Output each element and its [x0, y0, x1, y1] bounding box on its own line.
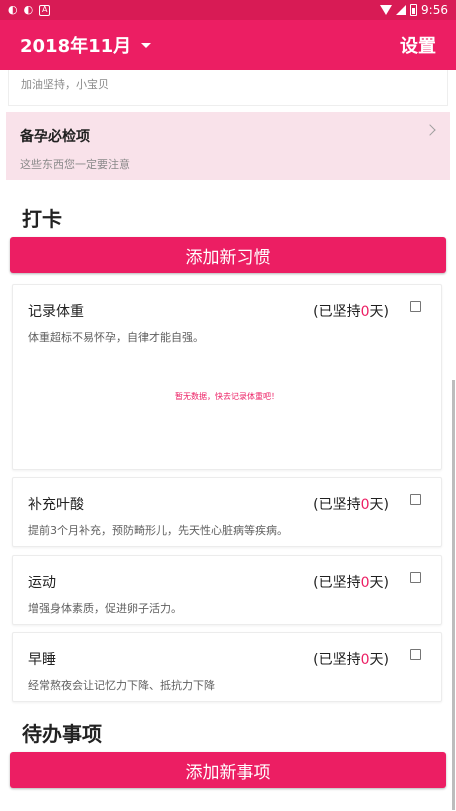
- habit-name: 早睡: [28, 652, 56, 668]
- streak-days: 0: [360, 304, 370, 320]
- notification-icons: ◐ ◐ A: [8, 3, 51, 16]
- checkup-card[interactable]: 备孕必检项 这些东西您一定要注意: [6, 112, 450, 180]
- checkup-title: 备孕必检项: [20, 129, 90, 145]
- empty-data-hint: 暂无数据，快去记录体重吧！: [175, 392, 279, 401]
- habit-checkbox[interactable]: [410, 572, 421, 583]
- habit-checkbox[interactable]: [410, 301, 421, 312]
- habit-card-folic-acid[interactable]: 补充叶酸 (已坚持0天) 提前3个月补充，预防畸形儿，先天性心脏病等疾病。: [12, 477, 442, 547]
- streak-days: 0: [360, 652, 370, 668]
- habit-streak: (已坚持0天): [313, 575, 389, 591]
- app-toolbar: 2018年11月 设置: [0, 20, 456, 70]
- habit-streak: (已坚持0天): [313, 497, 389, 513]
- habit-streak: (已坚持0天): [313, 304, 389, 320]
- habit-card-weight[interactable]: 记录体重 (已坚持0天) 体重超标不易怀孕，自律才能自强。 暂无数据，快去记录体…: [12, 284, 442, 470]
- todo-heading: 待办事项: [22, 722, 102, 746]
- add-todo-button[interactable]: 添加新事项: [10, 752, 446, 788]
- habit-description: 经常熬夜会让记忆力下降、抵抗力下降: [28, 679, 215, 692]
- scrollbar[interactable]: [452, 380, 455, 810]
- motto-text: 加油坚持，小宝贝: [21, 78, 109, 91]
- habit-name: 补充叶酸: [28, 497, 84, 513]
- habit-checkbox[interactable]: [410, 649, 421, 660]
- habit-card-early-sleep[interactable]: 早睡 (已坚持0天) 经常熬夜会让记忆力下降、抵抗力下降: [12, 632, 442, 702]
- habit-streak: (已坚持0天): [313, 652, 389, 668]
- streak-days: 0: [360, 575, 370, 591]
- checkup-subtitle: 这些东西您一定要注意: [20, 158, 130, 171]
- system-icons: 9:56: [380, 3, 448, 17]
- habit-description: 体重超标不易怀孕，自律才能自强。: [28, 331, 204, 344]
- weibo-icon: ◐: [23, 3, 34, 16]
- add-habit-button[interactable]: 添加新习惯: [10, 237, 446, 273]
- wifi-icon: [380, 5, 393, 15]
- habit-card-exercise[interactable]: 运动 (已坚持0天) 增强身体素质，促进卵子活力。: [12, 555, 442, 625]
- habit-description: 提前3个月补充，预防畸形儿，先天性心脏病等疾病。: [28, 524, 288, 537]
- dropdown-caret-icon: [141, 42, 152, 48]
- battery-icon: [410, 4, 418, 16]
- habit-name: 运动: [28, 575, 56, 591]
- clock: 9:56: [421, 3, 448, 17]
- month-label: 2018年11月: [20, 36, 132, 57]
- settings-button[interactable]: 设置: [400, 32, 436, 58]
- habits-heading: 打卡: [22, 207, 62, 231]
- month-selector[interactable]: 2018年11月: [20, 32, 152, 58]
- habit-checkbox[interactable]: [410, 494, 421, 505]
- motto-card: 加油坚持，小宝贝: [8, 70, 448, 106]
- app-a-icon: A: [39, 4, 51, 16]
- streak-days: 0: [360, 497, 370, 513]
- signal-icon: [396, 5, 407, 15]
- weibo-icon: ◐: [8, 3, 18, 16]
- status-bar: ◐ ◐ A 9:56: [0, 0, 456, 20]
- habit-name: 记录体重: [28, 304, 84, 320]
- habit-description: 增强身体素质，促进卵子活力。: [28, 602, 182, 615]
